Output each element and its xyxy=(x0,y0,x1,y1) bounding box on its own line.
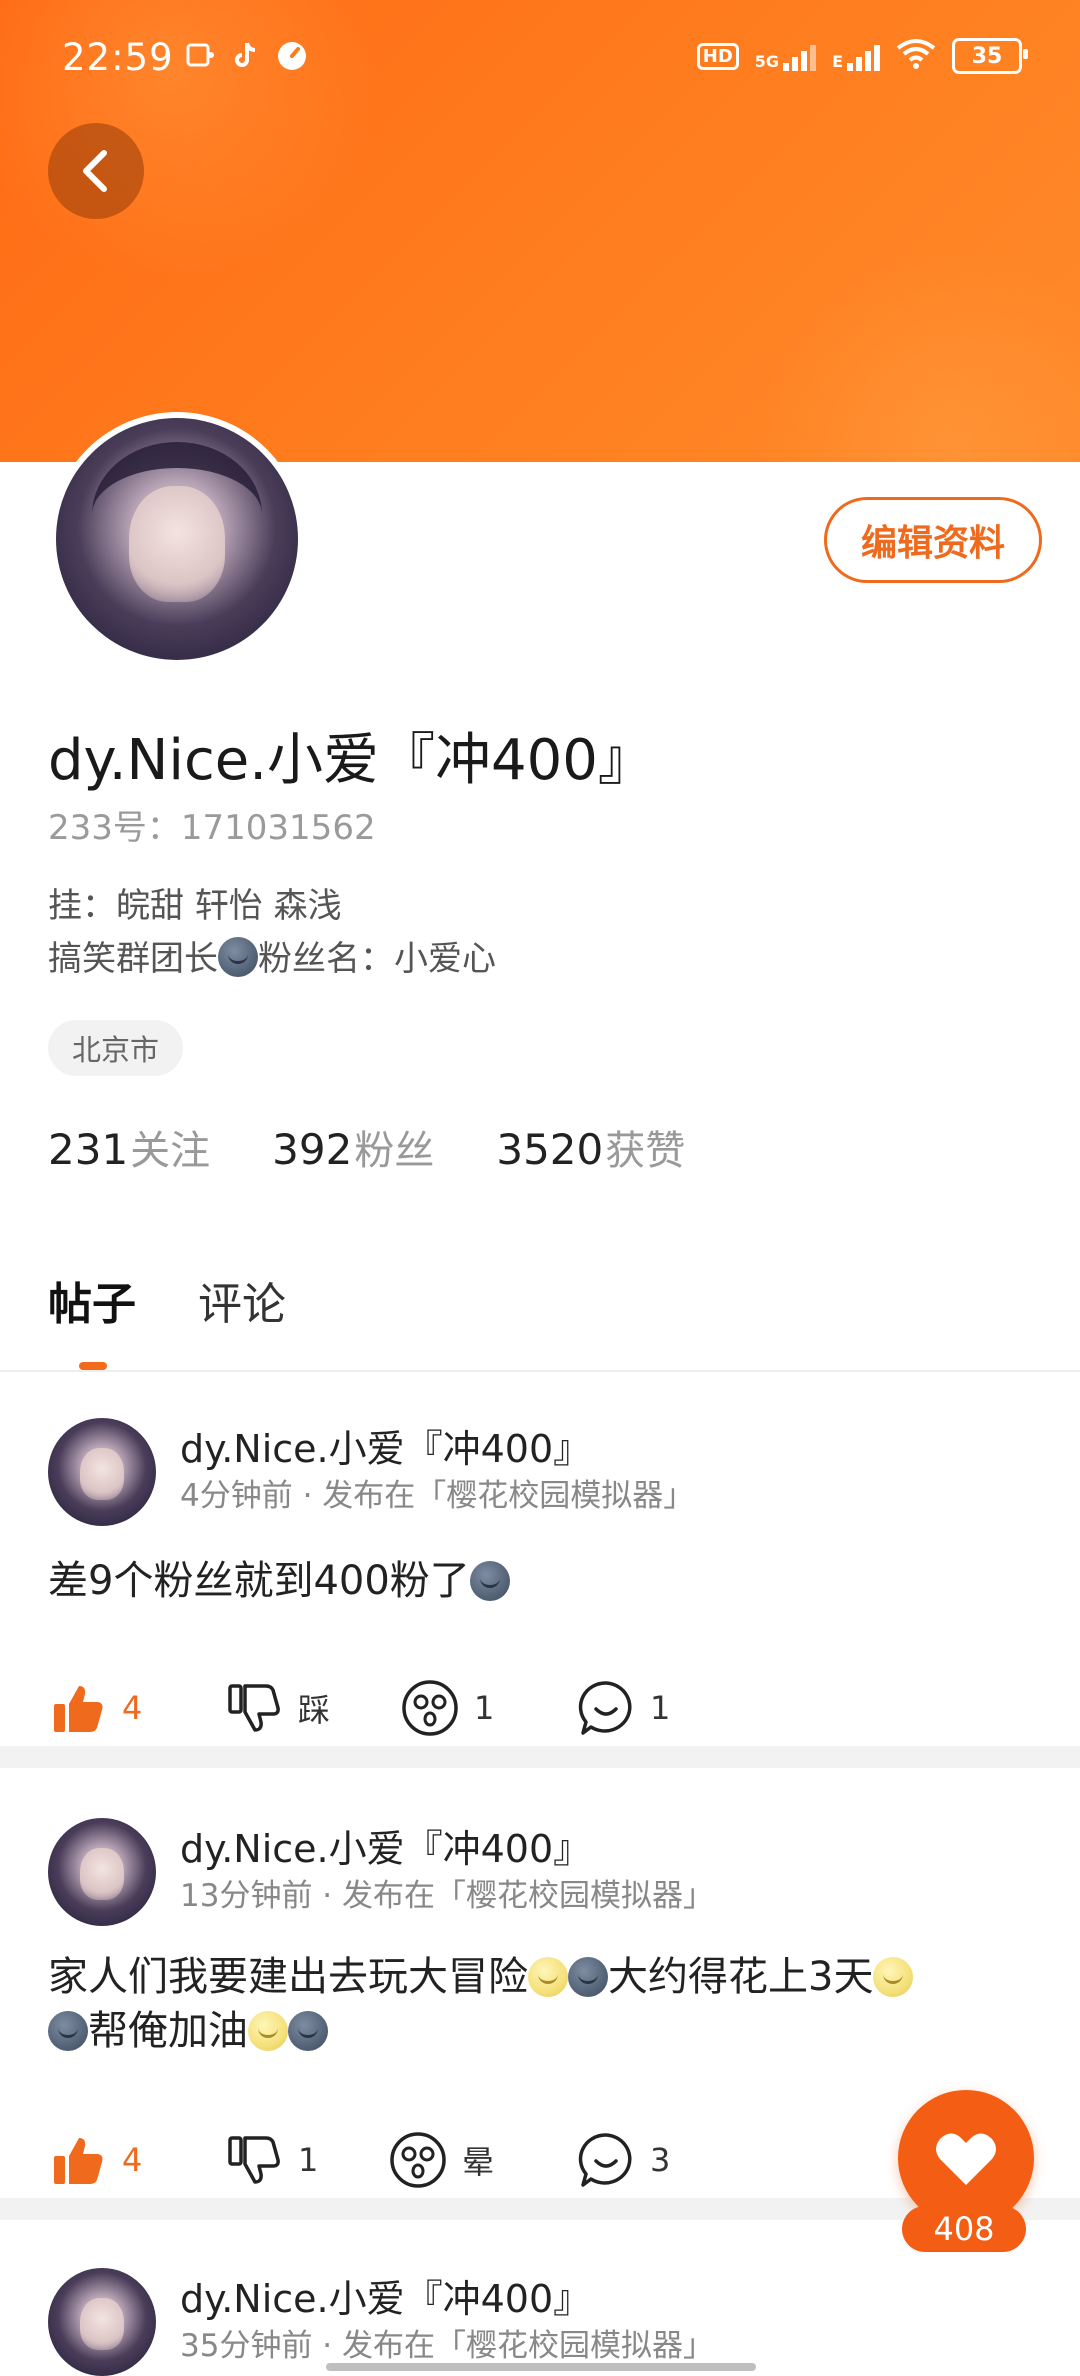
moon-emoji-icon xyxy=(48,2011,88,2051)
bio-line-2: 搞笑群团长 粉丝名：小爱心 xyxy=(48,937,496,979)
status-time: 22:59 xyxy=(62,36,174,79)
profile-avatar[interactable] xyxy=(50,412,304,666)
speedometer-icon xyxy=(276,40,308,72)
bio-line-1: 挂：皖甜 轩怡 森浅 xyxy=(48,886,342,926)
post-meta: 35分钟前 · 发布在「樱花校园模拟器」 xyxy=(180,2328,715,2364)
content-tabs: 帖子 评论 xyxy=(48,1268,286,1332)
sun-emoji-icon xyxy=(248,2011,288,2051)
stat-following[interactable]: 231 关注 xyxy=(48,1118,210,1176)
edit-profile-button[interactable]: 编辑资料 xyxy=(824,497,1042,583)
like-button[interactable]: 4 xyxy=(48,1678,224,1738)
post-avatar[interactable] xyxy=(48,1818,156,1926)
profile-uid: 233号：171031562 xyxy=(48,808,376,848)
dizzy-reaction-button[interactable]: 晕 xyxy=(388,2130,576,2190)
heart-icon xyxy=(936,2133,996,2185)
post-author[interactable]: dy.Nice.小爱『冲400』 xyxy=(180,1418,591,1473)
post-meta: 4分钟前 · 发布在「樱花校园模拟器」 xyxy=(180,1478,695,1514)
profile-bio: 挂：皖甜 轩怡 森浅 搞笑群团长 粉丝名：小爱心 xyxy=(48,880,496,986)
tab-indicator xyxy=(79,1362,107,1370)
heart-count: 408 xyxy=(902,2206,1026,2252)
sun-emoji-icon xyxy=(873,1957,914,1997)
gallery-icon xyxy=(184,40,216,72)
thumbs-down-icon xyxy=(224,1678,284,1738)
post-avatar[interactable] xyxy=(48,2268,156,2376)
dislike-button[interactable]: 1 xyxy=(224,2130,388,2190)
comment-bubble-icon xyxy=(576,2130,636,2190)
dislike-button[interactable]: 踩 xyxy=(224,1678,400,1738)
dizzy-face-icon xyxy=(388,2130,448,2190)
post-text: 差9个粉丝就到400粉了 xyxy=(48,1554,1038,1608)
dizzy-face-icon xyxy=(400,1678,460,1738)
stat-likes[interactable]: 3520 获赞 xyxy=(496,1118,685,1176)
comment-button[interactable]: 1 xyxy=(576,1678,752,1738)
post-separator xyxy=(0,1746,1080,1768)
location-tag: 北京市 xyxy=(48,1020,184,1076)
moon-emoji-icon xyxy=(288,2011,328,2051)
comment-bubble-icon xyxy=(576,1678,636,1738)
post-meta: 13分钟前 · 发布在「樱花校园模拟器」 xyxy=(180,1878,715,1914)
status-bar: 22:59 HD 5G E 35 xyxy=(0,0,1080,110)
chevron-left-icon xyxy=(83,150,107,192)
dizzy-reaction-button[interactable]: 1 xyxy=(400,1678,576,1738)
like-button[interactable]: 4 xyxy=(48,2130,224,2190)
post-actions: 4 1 晕 3 xyxy=(48,2130,752,2190)
comment-button[interactable]: 3 xyxy=(576,2130,752,2190)
post-text: 家人们我要建出去玩大冒险 大约得花上3天 帮俺加油 xyxy=(48,1950,1038,2058)
home-indicator[interactable] xyxy=(326,2363,756,2371)
post-author[interactable]: dy.Nice.小爱『冲400』 xyxy=(180,2268,591,2323)
post-author[interactable]: dy.Nice.小爱『冲400』 xyxy=(180,1818,591,1873)
moon-emoji-icon xyxy=(469,1561,510,1601)
wifi-icon xyxy=(896,38,936,74)
tiktok-icon xyxy=(230,40,262,72)
back-button[interactable] xyxy=(48,123,144,219)
moon-emoji-icon xyxy=(218,937,258,977)
tab-posts[interactable]: 帖子 xyxy=(48,1268,136,1332)
signal-e-icon: E xyxy=(832,41,880,71)
hd-indicator: HD xyxy=(696,42,739,70)
tabs-divider xyxy=(0,1370,1080,1372)
profile-stats: 231 关注 392 粉丝 3520 获赞 xyxy=(48,1118,685,1176)
tab-comments[interactable]: 评论 xyxy=(198,1268,286,1332)
sun-emoji-icon xyxy=(528,1957,568,1997)
profile-nickname: dy.Nice.小爱『冲400』 xyxy=(48,728,654,793)
post-actions: 4 踩 1 1 xyxy=(48,1678,752,1738)
signal-5g-icon: 5G xyxy=(755,41,817,71)
battery-icon: 35 xyxy=(952,38,1028,74)
thumbs-down-icon xyxy=(224,2130,284,2190)
moon-emoji-icon xyxy=(568,1957,608,1997)
post-avatar[interactable] xyxy=(48,1418,156,1526)
thumbs-up-icon xyxy=(48,2130,108,2190)
stat-followers[interactable]: 392 粉丝 xyxy=(272,1118,434,1176)
thumbs-up-icon xyxy=(48,1678,108,1738)
